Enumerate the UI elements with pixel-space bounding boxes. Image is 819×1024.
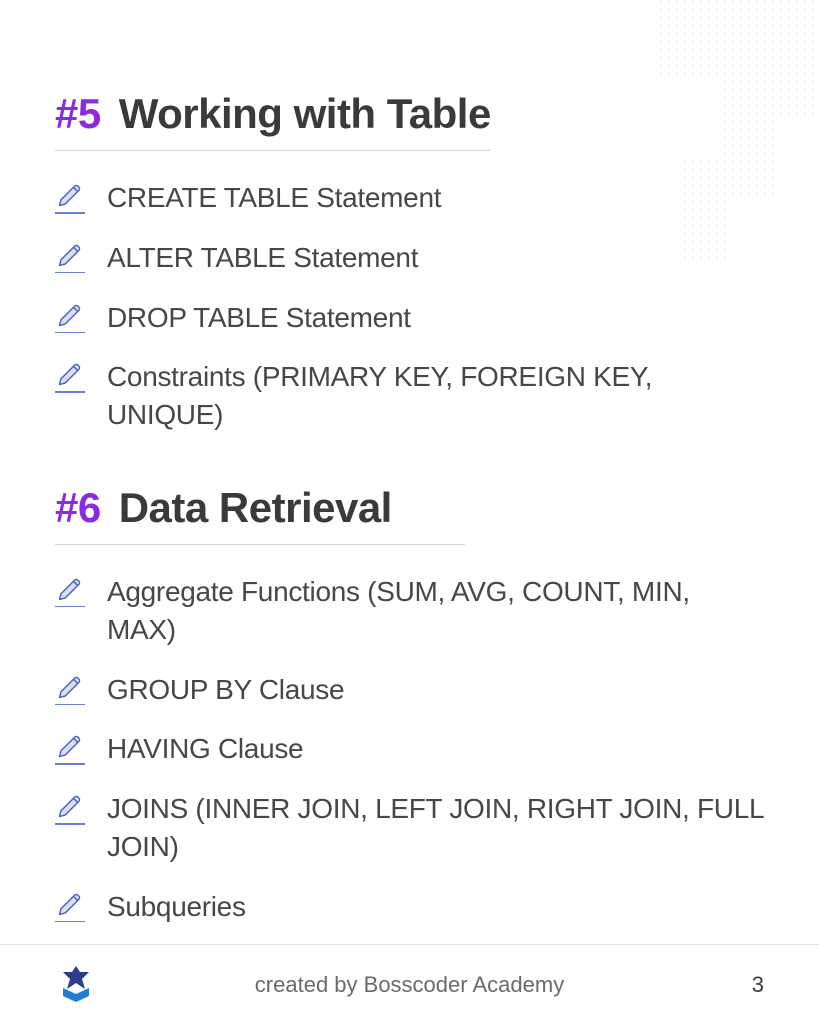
pencil-icon: [55, 358, 85, 393]
pencil-icon: [55, 790, 85, 825]
list-item: GROUP BY Clause: [55, 671, 764, 709]
list-item-text: GROUP BY Clause: [107, 671, 344, 709]
section-title: Working with Table: [119, 90, 491, 138]
list-item-text: Aggregate Functions (SUM, AVG, COUNT, MI…: [107, 573, 764, 649]
list-item-text: ALTER TABLE Statement: [107, 239, 418, 277]
pencil-icon: [55, 299, 85, 334]
pencil-icon: [55, 671, 85, 706]
page-footer: created by Bosscoder Academy 3: [0, 944, 819, 1024]
pencil-icon: [55, 179, 85, 214]
bosscoder-logo-icon: [55, 964, 97, 1006]
section-heading: #6 Data Retrieval: [55, 484, 465, 545]
section-title: Data Retrieval: [119, 484, 392, 532]
list-item-text: HAVING Clause: [107, 730, 303, 768]
list-item: JOINS (INNER JOIN, LEFT JOIN, RIGHT JOIN…: [55, 790, 764, 866]
list-item-text: JOINS (INNER JOIN, LEFT JOIN, RIGHT JOIN…: [107, 790, 764, 866]
section-number: #5: [55, 90, 101, 138]
page-number: 3: [752, 972, 764, 998]
list-item: ALTER TABLE Statement: [55, 239, 764, 277]
list-item-text: Constraints (PRIMARY KEY, FOREIGN KEY, U…: [107, 358, 764, 434]
page-content: #5 Working with Table CREATE TABLE State…: [0, 0, 819, 926]
pencil-icon: [55, 573, 85, 608]
section-5-items: CREATE TABLE Statement ALTER TABLE State…: [55, 179, 764, 434]
section-heading: #5 Working with Table: [55, 90, 491, 151]
list-item: Constraints (PRIMARY KEY, FOREIGN KEY, U…: [55, 358, 764, 434]
list-item-text: DROP TABLE Statement: [107, 299, 411, 337]
section-number: #6: [55, 484, 101, 532]
list-item-text: Subqueries: [107, 888, 246, 926]
section-6-items: Aggregate Functions (SUM, AVG, COUNT, MI…: [55, 573, 764, 926]
list-item: Subqueries: [55, 888, 764, 926]
section-6: #6 Data Retrieval Aggregate Functions (S…: [55, 484, 764, 926]
pencil-icon: [55, 888, 85, 923]
pencil-icon: [55, 239, 85, 274]
list-item: DROP TABLE Statement: [55, 299, 764, 337]
pencil-icon: [55, 730, 85, 765]
list-item: HAVING Clause: [55, 730, 764, 768]
list-item: CREATE TABLE Statement: [55, 179, 764, 217]
footer-credit: created by Bosscoder Academy: [255, 972, 564, 998]
list-item: Aggregate Functions (SUM, AVG, COUNT, MI…: [55, 573, 764, 649]
list-item-text: CREATE TABLE Statement: [107, 179, 441, 217]
section-5: #5 Working with Table CREATE TABLE State…: [55, 90, 764, 434]
